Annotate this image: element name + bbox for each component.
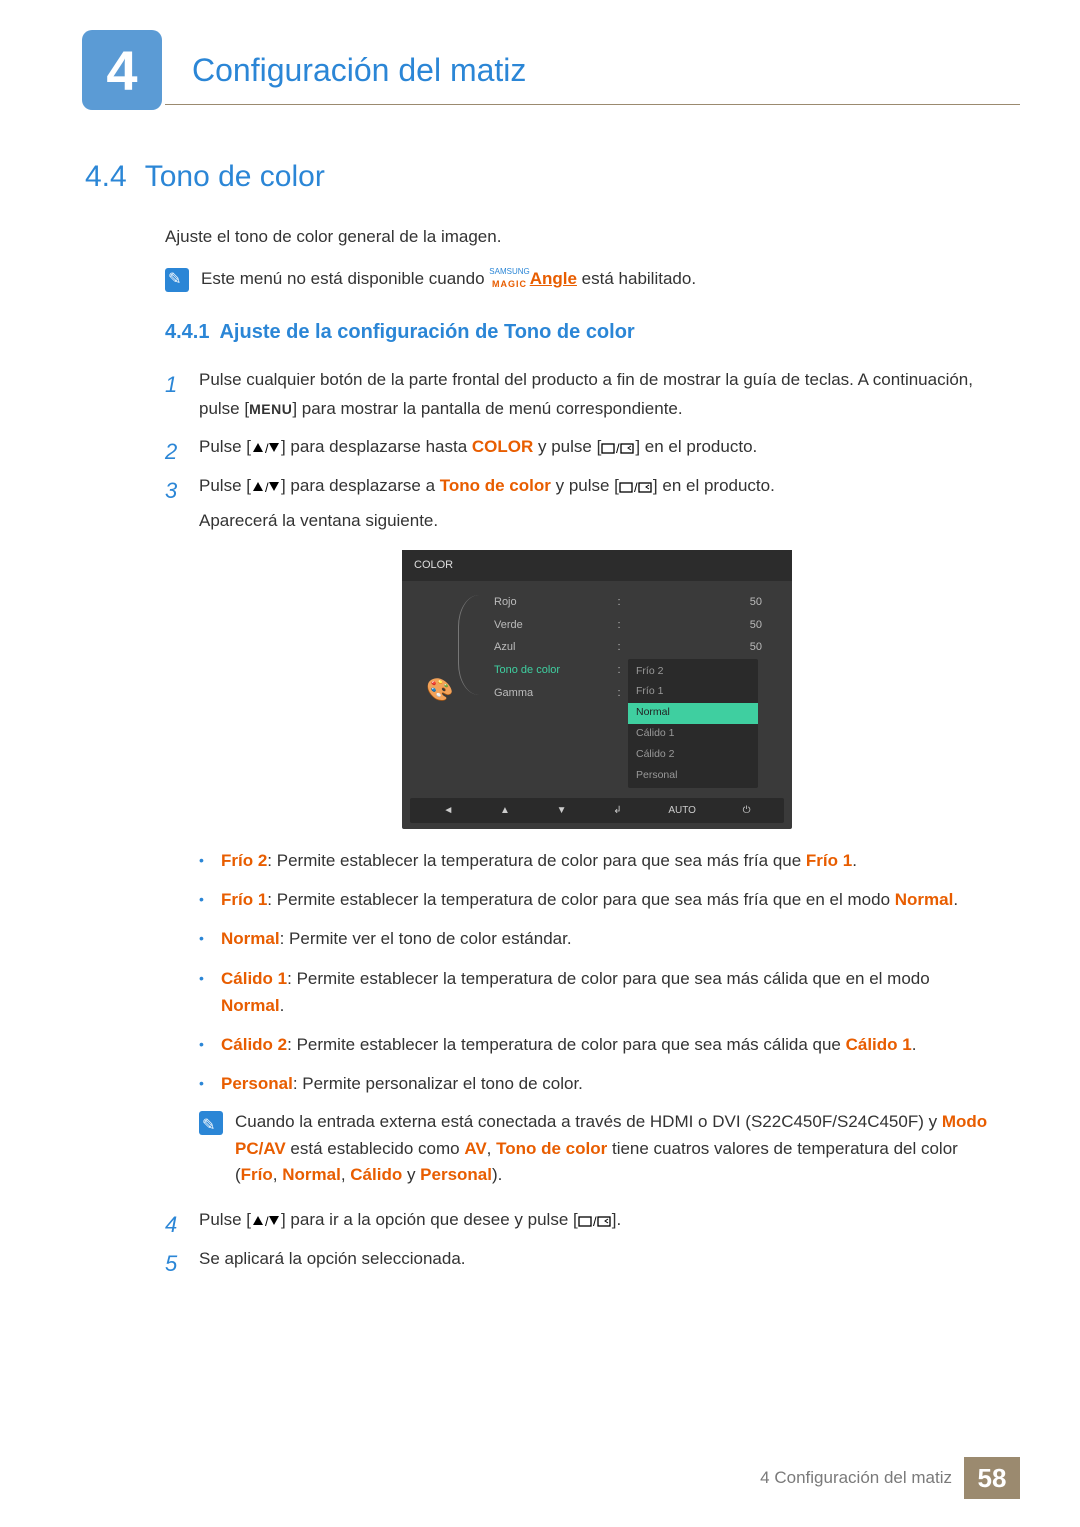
osd-dropdown: Frío 2 Frío 1 Normal Cálido 1 Cálido 2 P… <box>628 659 758 788</box>
up-down-icon: / <box>251 434 281 463</box>
enter-sm-icon: ↲ <box>613 802 621 819</box>
section-number: 4.4 <box>85 160 127 193</box>
step-4: Pulse [/] para ir a la opción que desee … <box>165 1206 995 1235</box>
up-down-icon: / <box>251 1206 281 1235</box>
chapter-number-badge: 4 <box>82 30 162 110</box>
chapter-title: Configuración del matiz <box>192 52 526 89</box>
section-intro: Ajuste el tono de color general de la im… <box>85 224 995 250</box>
option-personal: Personal: Permite personalizar el tono d… <box>199 1070 995 1097</box>
osd-labels: Rojo Verde Azul Tono de color Gamma <box>464 591 614 788</box>
svg-text:/: / <box>265 480 269 494</box>
option-frio1: Frío 1: Permite establecer la temperatur… <box>199 886 995 913</box>
step-3: Pulse [/] para desplazarse a Tono de col… <box>165 472 995 1188</box>
svg-text:/: / <box>593 1214 597 1228</box>
down-arrow-icon: ▼ <box>557 802 567 819</box>
enter-icon: / <box>619 476 653 495</box>
section-title: Tono de color <box>145 160 325 193</box>
option-calido2: Cálido 2: Permite establecer la temperat… <box>199 1031 995 1058</box>
step-2: Pulse [/] para desplazarse hasta COLOR y… <box>165 433 995 462</box>
chapter-number: 4 <box>106 38 137 103</box>
note-bottom: Cuando la entrada externa está conectada… <box>199 1109 995 1188</box>
osd-screenshot: COLOR 🎨 Rojo Verde Azul Tono de color Ga… <box>402 550 792 829</box>
note-top: Este menú no está disponible cuando SAMS… <box>85 266 995 292</box>
page-number: 58 <box>964 1457 1020 1499</box>
up-down-icon: / <box>251 472 281 501</box>
footer-text: 4 Configuración del matiz <box>760 1468 952 1488</box>
enter-icon: / <box>578 1210 612 1229</box>
svg-text:/: / <box>265 1214 269 1228</box>
note-text: Este menú no está disponible cuando SAMS… <box>201 266 696 292</box>
page-footer: 4 Configuración del matiz 58 <box>760 1457 1020 1499</box>
subsection-title: Ajuste de la configuración de Tono de co… <box>219 321 634 343</box>
osd-selected-row: Tono de color <box>494 659 614 682</box>
power-icon: ⏻ <box>743 802 751 819</box>
steps-list: Pulse cualquier botón de la parte fronta… <box>85 366 995 1275</box>
step-1: Pulse cualquier botón de la parte fronta… <box>165 366 995 424</box>
section-heading: 4.4 Tono de color <box>85 160 995 194</box>
svg-text:/: / <box>265 441 269 455</box>
svg-text:/: / <box>616 441 620 455</box>
step-3-after: Aparecerá la ventana siguiente. <box>199 507 995 536</box>
up-arrow-icon: ▲ <box>500 802 510 819</box>
step-5: Se aplicará la opción seleccionada. <box>165 1245 995 1274</box>
note-icon <box>165 268 189 292</box>
osd-auto-label: AUTO <box>668 802 696 819</box>
osd-footer: ◄ ▲ ▼ ↲ AUTO ⏻ <box>410 798 784 823</box>
options-list: Frío 2: Permite establecer la temperatur… <box>199 847 995 1097</box>
subsection-number: 4.4.1 <box>165 321 209 343</box>
left-arrow-icon: ◄ <box>443 802 453 819</box>
subsection-heading: 4.4.1 Ajuste de la configuración de Tono … <box>165 321 995 344</box>
enter-icon: / <box>601 437 635 456</box>
svg-text:/: / <box>634 480 638 494</box>
osd-dropdown-selected: Normal <box>628 703 758 724</box>
option-calido1: Cálido 1: Permite establecer la temperat… <box>199 965 995 1019</box>
note-icon <box>199 1111 223 1135</box>
osd-title: COLOR <box>402 550 792 581</box>
palette-icon: 🎨 <box>416 591 464 788</box>
menu-key-label: MENU <box>249 401 292 417</box>
option-normal: Normal: Permite ver el tono de color est… <box>199 925 995 952</box>
chapter-header: 4 Configuración del matiz <box>0 0 1080 110</box>
option-frio2: Frío 2: Permite establecer la temperatur… <box>199 847 995 874</box>
